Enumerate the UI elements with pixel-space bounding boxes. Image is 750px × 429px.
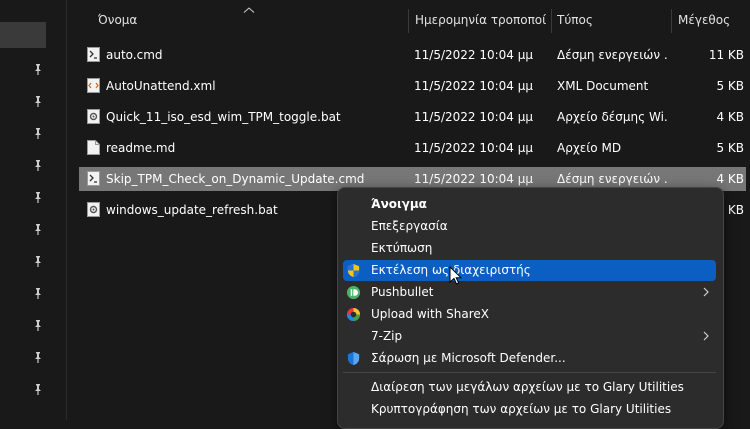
file-row[interactable]: AutoUnattend.xml 11/5/2022 10:04 μμ XML …: [79, 74, 746, 98]
pin-icon[interactable]: [32, 127, 44, 139]
menu-item-7zip[interactable]: 7-Zip: [343, 326, 716, 347]
column-header-name[interactable]: Όνομα: [98, 13, 398, 27]
file-size: 4 KB: [716, 110, 744, 124]
pin-icon[interactable]: [32, 159, 44, 171]
file-modified: 11/5/2022 10:04 μμ: [414, 172, 534, 186]
menu-item-label: Σάρωση με Microsoft Defender...: [371, 351, 566, 365]
sharex-icon: [346, 307, 361, 322]
xml-file-icon: [87, 78, 100, 93]
file-size: 11 KB: [708, 48, 744, 62]
menu-item-glary-encrypt[interactable]: Κρυπτογράφηση των αρχείων με το Glary Ut…: [343, 399, 716, 420]
menu-item-edit[interactable]: Επεξεργασία: [343, 216, 716, 237]
file-name: Quick_11_iso_esd_wim_TPM_toggle.bat: [106, 110, 341, 124]
pin-icon[interactable]: [32, 63, 44, 75]
navigation-pane: [0, 0, 46, 420]
file-size: 5 KB: [716, 79, 744, 93]
menu-item-run-as-admin[interactable]: Εκτέλεση ως διαχειριστής: [343, 260, 716, 281]
file-modified: 11/5/2022 10:04 μμ: [414, 141, 534, 155]
defender-shield-icon: [347, 351, 360, 366]
file-size: 5 KB: [716, 141, 744, 155]
file-modified: 11/5/2022 10:04 μμ: [414, 48, 534, 62]
chevron-right-icon: [703, 331, 709, 341]
mouse-cursor-icon: [449, 266, 463, 285]
menu-item-label: Κρυπτογράφηση των αρχείων με το Glary Ut…: [371, 402, 672, 416]
menu-item-print[interactable]: Εκτύπωση: [343, 238, 716, 259]
menu-item-glary-split[interactable]: Διαίρεση των μεγάλων αρχείων με το Glary…: [343, 377, 716, 398]
menu-item-open[interactable]: Άνοιγμα: [343, 194, 716, 215]
menu-item-defender-scan[interactable]: Σάρωση με Microsoft Defender...: [343, 348, 716, 369]
cmd-file-icon: [87, 47, 100, 62]
pushbullet-icon: [346, 285, 361, 300]
menu-separator: [343, 372, 716, 373]
file-modified: 11/5/2022 10:04 μμ: [414, 79, 534, 93]
pane-divider[interactable]: [66, 0, 67, 420]
pin-icon[interactable]: [32, 191, 44, 203]
menu-item-label: Pushbullet: [371, 285, 434, 299]
text-file-icon: [87, 140, 100, 155]
pin-icon[interactable]: [32, 383, 44, 395]
menu-item-label: Επεξεργασία: [371, 219, 448, 233]
file-row[interactable]: auto.cmd 11/5/2022 10:04 μμ Δέσμη ενεργε…: [79, 43, 746, 67]
column-header-size[interactable]: Μέγεθος: [678, 13, 748, 27]
menu-item-label: Άνοιγμα: [371, 197, 427, 211]
file-size: 4 KB: [716, 172, 744, 186]
column-header-type[interactable]: Τύπος: [557, 13, 667, 27]
pin-icon[interactable]: [32, 223, 44, 235]
column-separator[interactable]: [408, 9, 409, 33]
uac-shield-icon: [347, 263, 360, 278]
file-row[interactable]: readme.md 11/5/2022 10:04 μμ Αρχείο MD 5…: [79, 136, 746, 160]
pin-icon[interactable]: [32, 287, 44, 299]
bat-file-icon: [87, 202, 100, 217]
file-type: Αρχείο MD: [557, 141, 622, 155]
pin-icon[interactable]: [32, 255, 44, 267]
column-header-modified[interactable]: Ημερομηνία τροποποί...: [415, 13, 547, 27]
pin-icon[interactable]: [32, 319, 44, 331]
column-separator[interactable]: [551, 9, 552, 33]
file-name: auto.cmd: [106, 48, 163, 62]
file-type: XML Document: [557, 79, 649, 93]
menu-item-label: Εκτύπωση: [371, 241, 433, 255]
file-modified: 11/5/2022 10:04 μμ: [414, 110, 534, 124]
pin-icon[interactable]: [32, 95, 44, 107]
file-row[interactable]: Quick_11_iso_esd_wim_TPM_toggle.bat 11/5…: [79, 105, 746, 129]
context-menu: Άνοιγμα Επεξεργασία Εκτύπωση Εκτέλεση ως…: [337, 187, 724, 429]
column-separator[interactable]: [671, 9, 672, 33]
nav-selected-item[interactable]: [0, 22, 46, 48]
bat-file-icon: [87, 109, 100, 124]
menu-item-label: 7-Zip: [371, 329, 403, 343]
file-type: Δέσμη ενεργειών ...: [557, 48, 667, 62]
file-type: Αρχείο δέσμης Wi...: [557, 110, 667, 124]
chevron-right-icon: [703, 287, 709, 297]
file-name: Skip_TPM_Check_on_Dynamic_Update.cmd: [106, 172, 365, 186]
cmd-file-icon: [87, 171, 100, 186]
menu-item-upload-sharex[interactable]: Upload with ShareX: [343, 304, 716, 325]
file-type: Δέσμη ενεργειών ...: [557, 172, 667, 186]
file-name: readme.md: [106, 141, 176, 155]
menu-item-pushbullet[interactable]: Pushbullet: [343, 282, 716, 303]
file-name: AutoUnattend.xml: [106, 79, 216, 93]
menu-item-label: Upload with ShareX: [371, 307, 489, 321]
pin-icon[interactable]: [32, 351, 44, 363]
menu-item-label: Διαίρεση των μεγάλων αρχείων με το Glary…: [371, 380, 684, 394]
